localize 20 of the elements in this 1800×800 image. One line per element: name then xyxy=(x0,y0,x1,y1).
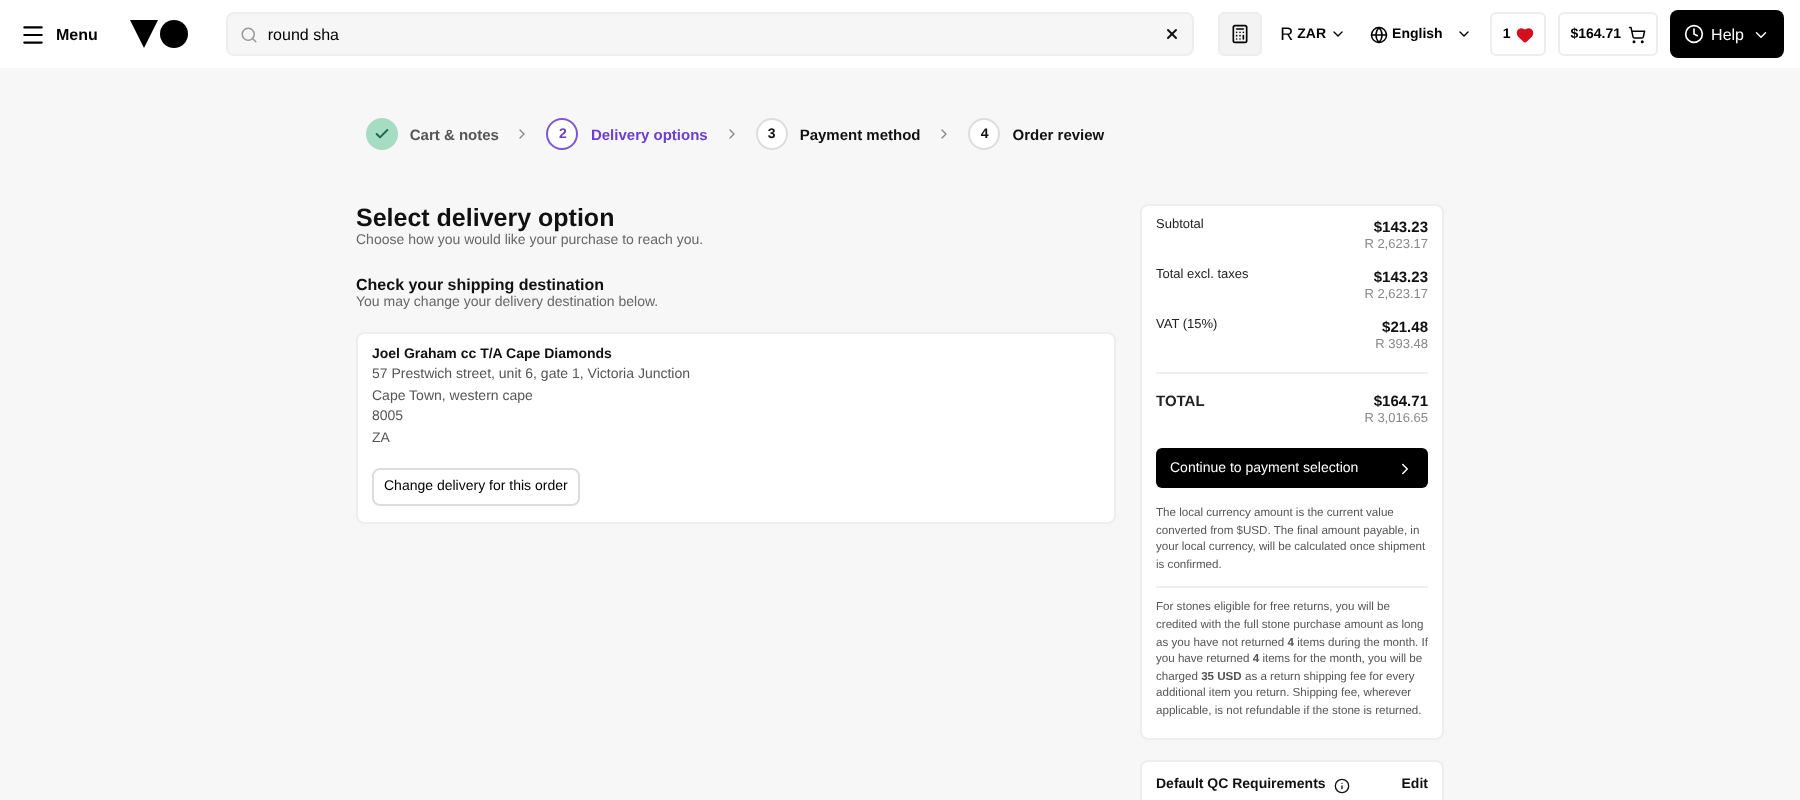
menu-icon xyxy=(20,21,46,47)
calculator-button[interactable] xyxy=(1218,12,1263,56)
heart-icon xyxy=(1516,25,1535,43)
logo-icon[interactable] xyxy=(129,20,190,48)
calculator-icon xyxy=(1230,24,1251,44)
clock-icon xyxy=(1683,24,1704,44)
info-icon xyxy=(1333,777,1350,794)
search-input[interactable]: round sha xyxy=(267,25,1155,43)
globe-icon xyxy=(1370,25,1389,43)
chevron-down-icon xyxy=(1330,26,1347,42)
help-button[interactable]: Help xyxy=(1669,10,1784,58)
clear-icon[interactable] xyxy=(1164,26,1181,42)
cart-icon xyxy=(1627,25,1646,43)
chevron-right-icon xyxy=(1396,459,1414,477)
chevron-down-icon xyxy=(1456,26,1473,42)
menu-button[interactable]: Menu xyxy=(20,21,98,47)
search-icon xyxy=(239,25,258,43)
page-title: Select delivery option xyxy=(356,204,615,232)
section-title: Check your shipping destination xyxy=(356,276,607,294)
search-field[interactable]: round sha xyxy=(225,12,1195,56)
